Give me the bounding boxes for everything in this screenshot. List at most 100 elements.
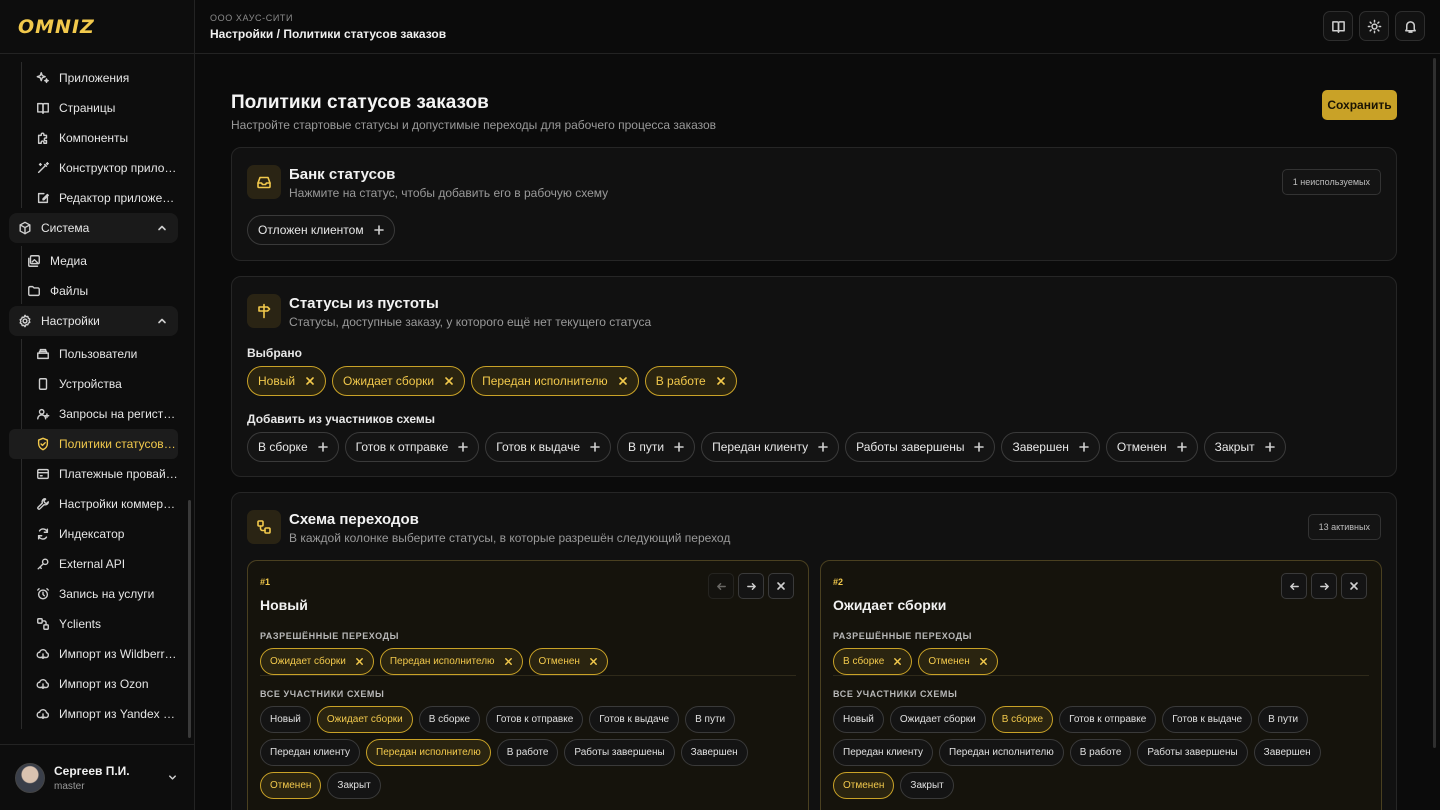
move-left-button[interactable] <box>708 573 734 599</box>
theme-toggle-button[interactable] <box>1359 11 1389 41</box>
member-chip[interactable]: Работы завершены <box>564 739 675 766</box>
sidebar-group-system[interactable]: Система <box>9 213 178 243</box>
sidebar-item-label: Запросы на регистрацию <box>59 407 178 421</box>
close-icon[interactable] <box>504 657 513 666</box>
sidebar-item-devices[interactable]: Устройства <box>26 369 178 399</box>
close-icon[interactable] <box>589 657 598 666</box>
allowed-transition-chip[interactable]: Отменен <box>528 648 608 675</box>
member-chip[interactable]: Отменен <box>833 772 895 799</box>
selected-status-chip[interactable]: Передан исполнителю <box>471 366 639 396</box>
available-status-chip[interactable]: Готов к отправке <box>344 432 480 462</box>
remove-column-button[interactable] <box>1341 573 1367 599</box>
sidebar-item-order-status-policies[interactable]: Политики статусов заказов <box>9 429 178 459</box>
available-chips: В сборке Готов к отправке Готов к выдаче… <box>247 432 1286 462</box>
member-chip[interactable]: Готов к выдаче <box>1162 706 1253 733</box>
member-chip[interactable]: В пути <box>1258 706 1309 733</box>
available-status-chip[interactable]: В пути <box>617 432 696 462</box>
sidebar-group-settings[interactable]: Настройки <box>9 306 178 336</box>
available-status-chip[interactable]: Готов к выдаче <box>485 432 612 462</box>
status-chip-label: В сборке <box>258 440 308 454</box>
close-icon[interactable] <box>355 657 364 666</box>
sidebar-item-external-api[interactable]: External API <box>26 549 178 579</box>
move-left-button[interactable] <box>1281 573 1307 599</box>
member-chip[interactable]: В сборке <box>418 706 481 733</box>
member-chip[interactable]: В работе <box>496 739 559 766</box>
sidebar-item-app-builder[interactable]: Конструктор приложений <box>26 153 178 183</box>
move-right-button[interactable] <box>738 573 764 599</box>
close-icon[interactable] <box>618 376 628 386</box>
sidebar-item-pages[interactable]: Страницы <box>26 93 178 123</box>
sidebar-item-registration-requests[interactable]: Запросы на регистрацию <box>26 399 178 429</box>
puzzle-icon <box>37 132 48 144</box>
sidebar-item-apps[interactable]: Приложения <box>26 63 178 93</box>
page-title: Политики статусов заказов <box>231 92 489 113</box>
available-status-chip[interactable]: Закрыт <box>1203 432 1286 462</box>
sidebar-item-files[interactable]: Файлы <box>17 276 169 306</box>
sidebar-item-import-ozon[interactable]: Импорт из Ozon <box>26 669 178 699</box>
allowed-transition-chip[interactable]: В сборке <box>833 648 913 675</box>
content-scrollbar[interactable] <box>1433 58 1436 748</box>
allowed-transition-chip[interactable]: Ожидает сборки <box>260 648 374 675</box>
docs-button[interactable] <box>1323 11 1353 41</box>
selected-status-chip[interactable]: Новый <box>247 366 327 396</box>
member-chip[interactable]: Готов к отправке <box>486 706 584 733</box>
close-icon[interactable] <box>716 376 726 386</box>
user-menu[interactable]: Сергеев П.И. master <box>0 744 194 810</box>
available-status-chip[interactable]: Отменен <box>1105 432 1198 462</box>
plus-icon <box>590 442 600 452</box>
close-icon[interactable] <box>305 376 315 386</box>
status-chip[interactable]: Отложен клиентом <box>247 215 395 245</box>
remove-column-button[interactable] <box>768 573 794 599</box>
divider <box>260 675 796 676</box>
sidebar-item-import-yandex-market[interactable]: Импорт из Yandex Market <box>26 699 178 729</box>
notifications-button[interactable] <box>1395 11 1425 41</box>
member-chip[interactable]: Ожидает сборки <box>889 706 986 733</box>
selected-status-chip[interactable]: В работе <box>644 366 737 396</box>
member-chip[interactable]: Завершен <box>680 739 748 766</box>
logo[interactable]: OMNIZ <box>0 0 194 54</box>
move-right-button[interactable] <box>1311 573 1337 599</box>
member-chip[interactable]: Закрыт <box>900 772 954 799</box>
available-status-chip[interactable]: В сборке <box>247 432 339 462</box>
sidebar-item-app-editor[interactable]: Редактор приложений <box>26 183 178 213</box>
member-chip[interactable]: Передан клиенту <box>833 739 934 766</box>
member-chip[interactable]: Передан исполнителю <box>366 739 491 766</box>
available-status-chip[interactable]: Завершен <box>1001 432 1100 462</box>
sidebar-item-import-wildberries[interactable]: Импорт из Wildberries <box>26 639 178 669</box>
member-chip[interactable]: Завершен <box>1253 739 1321 766</box>
sidebar-item-components[interactable]: Компоненты <box>26 123 178 153</box>
allowed-transition-chip[interactable]: Передан исполнителю <box>379 648 523 675</box>
save-button[interactable]: Сохранить <box>1322 90 1397 120</box>
available-status-chip[interactable]: Работы завершены <box>845 432 996 462</box>
sidebar-item-indexer[interactable]: Индексатор <box>26 519 178 549</box>
signpost-icon <box>258 303 271 319</box>
member-chip[interactable]: Работы завершены <box>1137 739 1248 766</box>
member-chip[interactable]: Новый <box>833 706 884 733</box>
member-chip[interactable]: В работе <box>1069 739 1132 766</box>
member-chip[interactable]: Закрыт <box>327 772 381 799</box>
member-chip[interactable]: Готов к выдаче <box>589 706 680 733</box>
close-icon[interactable] <box>893 657 902 666</box>
member-chip[interactable]: Передан исполнителю <box>939 739 1064 766</box>
column-number: #1 <box>260 577 271 587</box>
sidebar-item-payment-providers[interactable]: Платежные провайдеры <box>26 459 178 489</box>
available-status-chip[interactable]: Передан клиенту <box>701 432 840 462</box>
sidebar-item-service-booking[interactable]: Запись на услуги <box>26 579 178 609</box>
sidebar-item-media[interactable]: Медиа <box>17 246 169 276</box>
sidebar-item-users[interactable]: Пользователи <box>26 339 178 369</box>
member-chip[interactable]: Ожидает сборки <box>316 706 413 733</box>
close-icon[interactable] <box>444 376 454 386</box>
allowed-transition-chip[interactable]: Отменен <box>918 648 998 675</box>
selected-status-chip[interactable]: Ожидает сборки <box>332 366 466 396</box>
member-chip[interactable]: Новый <box>260 706 311 733</box>
sidebar-item-yclients[interactable]: Yclients <box>26 609 178 639</box>
member-chip[interactable]: В сборке <box>991 706 1054 733</box>
member-chip[interactable]: В пути <box>685 706 736 733</box>
close-icon[interactable] <box>979 657 988 666</box>
sidebar-scrollbar[interactable] <box>188 500 191 738</box>
status-chip-label: В пути <box>628 440 665 454</box>
sidebar-item-commerce-settings[interactable]: Настройки коммерции <box>26 489 178 519</box>
member-chip[interactable]: Готов к отправке <box>1059 706 1157 733</box>
member-chip[interactable]: Передан клиенту <box>260 739 361 766</box>
member-chip[interactable]: Отменен <box>260 772 322 799</box>
